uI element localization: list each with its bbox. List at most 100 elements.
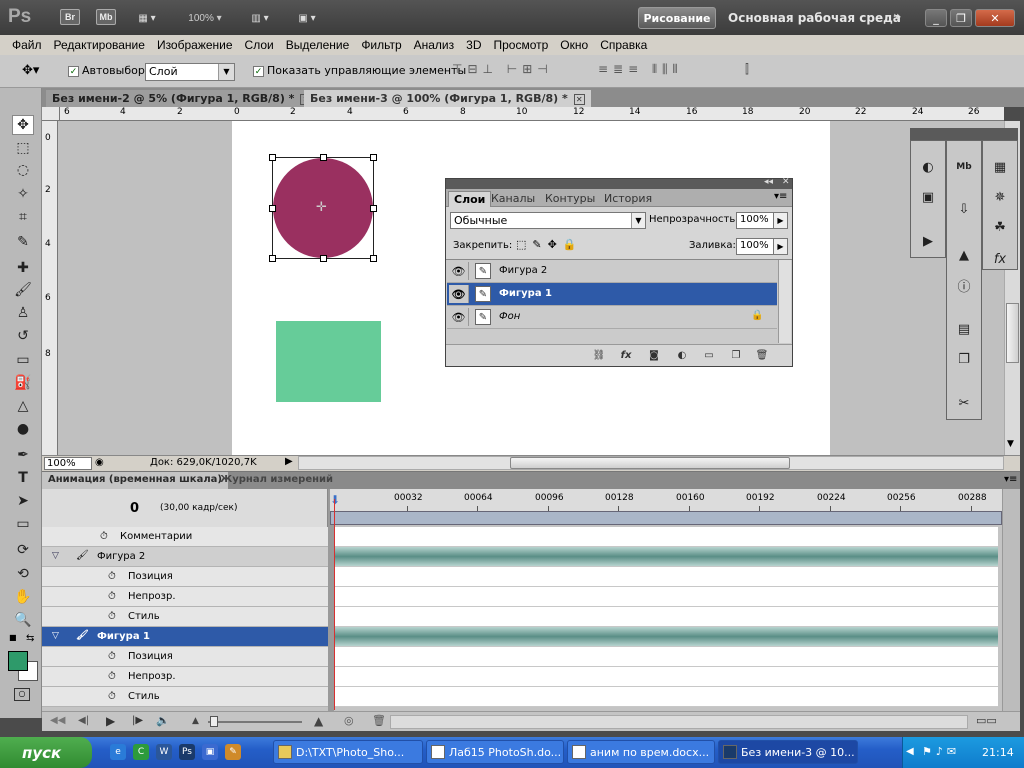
timeline-zoom-thumb[interactable] bbox=[210, 716, 218, 727]
tab-layers[interactable]: Слои bbox=[448, 191, 492, 207]
current-time-indicator-icon[interactable]: ⬇ bbox=[330, 493, 340, 507]
paths-panel-icon[interactable]: ☘ bbox=[988, 216, 1012, 238]
stopwatch-icon[interactable]: ⏱ bbox=[108, 691, 116, 702]
menu-help[interactable]: Справка bbox=[594, 38, 653, 52]
menu-filter[interactable]: Фильтр bbox=[355, 38, 407, 52]
track-opacity[interactable]: ⏱ Непрозр. bbox=[42, 587, 328, 607]
close-icon[interactable]: ✕ bbox=[782, 177, 790, 187]
scroll-down-icon[interactable]: ▼ bbox=[1007, 439, 1014, 449]
track-lane[interactable] bbox=[334, 527, 998, 547]
expand-triangle-icon[interactable]: ▽ bbox=[52, 551, 59, 561]
color-panel-icon[interactable]: ◐ bbox=[916, 156, 940, 178]
transform-handle[interactable] bbox=[320, 154, 327, 161]
menu-edit[interactable]: Редактирование bbox=[48, 38, 151, 52]
paint-quicklaunch-icon[interactable]: ✎ bbox=[225, 744, 241, 760]
chrome-quicklaunch-icon[interactable]: C bbox=[133, 744, 149, 760]
fx-button[interactable]: fx bbox=[618, 348, 634, 362]
tab-channels[interactable]: Каналы bbox=[486, 191, 540, 207]
paint-bucket-tool-icon[interactable]: ⛽ bbox=[12, 373, 34, 393]
timeline-ruler[interactable]: 00032 00064 00096 00128 00160 00192 0022… bbox=[330, 489, 1002, 511]
stopwatch-icon[interactable]: ⏱ bbox=[108, 591, 116, 602]
rectangle-shape[interactable] bbox=[276, 321, 381, 402]
clone-stamp-tool-icon[interactable]: ♙ bbox=[12, 303, 34, 323]
menu-layers[interactable]: Слои bbox=[239, 38, 280, 52]
timeline-horizontal-scrollbar[interactable] bbox=[390, 715, 968, 729]
blend-mode-select[interactable]: Обычные ▼ bbox=[450, 212, 646, 229]
tab-history[interactable]: История bbox=[599, 191, 657, 207]
swatches-panel-icon[interactable]: ▣ bbox=[916, 186, 940, 208]
layer-row-background[interactable]: 👁 ✎ Фон 🔒 bbox=[447, 306, 777, 329]
track-lane[interactable] bbox=[334, 647, 998, 667]
reference-point-icon[interactable]: ✛ bbox=[316, 200, 327, 215]
fill-field[interactable]: 100% bbox=[736, 238, 774, 255]
link-layers-icon[interactable]: ⛓ bbox=[591, 348, 607, 362]
layer-duration-bar[interactable] bbox=[334, 627, 998, 647]
expand-triangle-icon[interactable]: ▽ bbox=[52, 631, 59, 641]
stopwatch-icon[interactable]: ⏱ bbox=[108, 571, 116, 582]
tray-icons[interactable]: ⚑♪✉ bbox=[922, 745, 960, 758]
actions-panel-icon[interactable]: ✵ bbox=[988, 186, 1012, 208]
3d-rotate-tool-icon[interactable]: ⟳ bbox=[12, 540, 34, 560]
menu-file[interactable]: Файл bbox=[6, 38, 48, 52]
show-transform-controls-checkbox[interactable]: ✓ Показать управляющие элементы bbox=[253, 64, 466, 77]
ruler-origin[interactable] bbox=[42, 107, 60, 121]
menu-analysis[interactable]: Анализ bbox=[408, 38, 461, 52]
start-button[interactable]: пуск bbox=[0, 737, 92, 768]
menu-view[interactable]: Просмотр bbox=[487, 38, 554, 52]
distribute-buttons-group[interactable]: ≡≣≡ ⫴⫼⫴ bbox=[598, 62, 683, 77]
collapse-icon[interactable]: ◂◂ bbox=[764, 177, 773, 187]
new-layer-icon[interactable]: ❐ bbox=[728, 348, 744, 362]
lock-buttons[interactable]: ⬚✎✥🔒 bbox=[516, 238, 583, 251]
tab-paths[interactable]: Контуры bbox=[540, 191, 600, 207]
minibridge-panel-icon[interactable]: Mb bbox=[952, 156, 976, 178]
opacity-slider-arrow-icon[interactable]: ▶ bbox=[773, 212, 788, 229]
track-lane[interactable] bbox=[334, 687, 998, 707]
taskbar-item-folder[interactable]: D:\TXT\Photo_Sho... bbox=[273, 740, 423, 764]
stopwatch-icon[interactable]: ⏱ bbox=[108, 611, 116, 622]
trash-icon[interactable]: 🗑 bbox=[372, 714, 386, 727]
transform-handle[interactable] bbox=[320, 255, 327, 262]
minibridge-button[interactable]: Mb bbox=[96, 9, 116, 25]
minimize-button[interactable]: _ bbox=[925, 9, 947, 27]
onion-skin-icon[interactable]: ◎ bbox=[344, 714, 354, 727]
transform-handle[interactable] bbox=[370, 154, 377, 161]
audio-icon[interactable]: 🔈 bbox=[156, 714, 170, 727]
previous-frame-icon[interactable]: ◀| bbox=[78, 715, 89, 726]
layer-comps-panel-icon[interactable]: ❐ bbox=[952, 348, 976, 370]
new-group-icon[interactable]: ▭ bbox=[701, 348, 717, 362]
adjustment-layer-icon[interactable]: ◐ bbox=[674, 348, 690, 362]
clone-source-panel-icon[interactable]: ⇩ bbox=[952, 198, 976, 220]
dock-header[interactable] bbox=[910, 128, 1018, 140]
styles-panel-icon[interactable]: fx bbox=[988, 248, 1012, 270]
menu-3d[interactable]: 3D bbox=[460, 38, 487, 52]
panel-menu-icon[interactable]: ▾≡ bbox=[1004, 474, 1017, 485]
default-colors-icon[interactable]: ■ bbox=[9, 633, 17, 642]
vertical-ruler[interactable]: 0 2 4 6 8 bbox=[42, 121, 58, 455]
quick-select-tool-icon[interactable]: ✧ bbox=[12, 184, 34, 204]
move-tool-preset-icon[interactable]: ✥▾ bbox=[22, 63, 39, 78]
fill-slider-arrow-icon[interactable]: ▶ bbox=[773, 238, 788, 255]
restore-button[interactable]: ❐ bbox=[950, 9, 972, 27]
arrange-documents-button[interactable]: ▥ ▾ bbox=[245, 9, 275, 27]
move-tool-icon[interactable]: ✥ bbox=[12, 115, 34, 135]
eye-icon[interactable]: 👁 bbox=[449, 262, 469, 280]
workspace-more-button[interactable]: » bbox=[893, 9, 902, 25]
eraser-tool-icon[interactable]: ▭ bbox=[12, 350, 34, 370]
opacity-field[interactable]: 100% bbox=[736, 212, 774, 229]
layers-scrollbar[interactable] bbox=[778, 260, 791, 343]
tray-arrow-icon[interactable]: ◀ bbox=[906, 746, 914, 757]
status-info-icon[interactable]: ◉ bbox=[95, 457, 104, 468]
lasso-tool-icon[interactable]: ◌ bbox=[12, 160, 34, 180]
foreground-color-swatch[interactable] bbox=[8, 651, 28, 671]
dodge-tool-icon[interactable]: ● bbox=[12, 419, 34, 439]
tab-document-2[interactable]: Без имени-2 @ 5% (Фигура 1, RGB/8) *✕ bbox=[46, 90, 318, 107]
healing-brush-tool-icon[interactable]: ✚ bbox=[12, 258, 34, 278]
timeline-panel-icon[interactable]: ▶ bbox=[916, 230, 940, 252]
desktop-quicklaunch-icon[interactable]: ▣ bbox=[202, 744, 218, 760]
type-tool-icon[interactable]: T bbox=[12, 468, 34, 488]
layer-duration-bar[interactable] bbox=[334, 547, 998, 567]
track-opacity[interactable]: ⏱ Непрозр. bbox=[42, 667, 328, 687]
histogram-panel-icon[interactable]: ▲ bbox=[952, 244, 976, 266]
scroll-thumb[interactable] bbox=[1006, 303, 1019, 363]
next-frame-icon[interactable]: |▶ bbox=[132, 715, 143, 726]
